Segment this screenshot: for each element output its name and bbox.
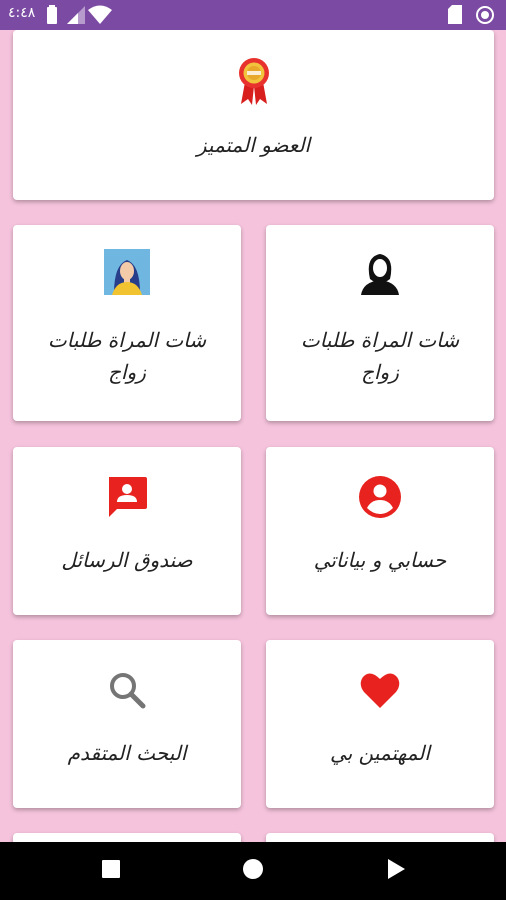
search-icon <box>107 670 147 714</box>
inbox-card[interactable]: صندوق الرسائل <box>13 447 241 615</box>
status-bar: ٤:٤٨ <box>0 0 506 30</box>
interested-in-me-card[interactable]: المهتمين بي <box>266 640 494 808</box>
woman-silhouette-icon <box>357 249 403 299</box>
navigation-bar <box>0 842 506 900</box>
recents-button[interactable] <box>81 842 141 900</box>
women-chat-label-1: شات المراة طلبات زواج <box>47 328 207 384</box>
featured-member-card[interactable]: العضو المتميز <box>13 30 494 200</box>
advanced-search-card[interactable]: البحث المتقدم <box>13 640 241 808</box>
back-triangle-icon <box>386 858 406 884</box>
sd-card-icon <box>447 5 463 29</box>
battery-icon <box>46 5 58 29</box>
status-time: ٤:٤٨ <box>8 5 36 21</box>
ribbon-badge-icon <box>237 56 271 110</box>
back-button[interactable] <box>366 842 426 900</box>
home-grid: العضو المتميز شات المراة طلبات زواج شات … <box>0 30 506 842</box>
heart-icon <box>359 670 401 714</box>
sync-icon <box>475 5 495 29</box>
recents-square-icon <box>101 859 121 883</box>
next-card-right[interactable] <box>266 833 494 842</box>
home-button[interactable] <box>223 842 283 900</box>
interested-in-me-label: المهتمين بي <box>330 741 430 765</box>
women-chat-card-1[interactable]: شات المراة طلبات زواج <box>13 225 241 421</box>
women-chat-card-2[interactable]: شات المراة طلبات زواج <box>266 225 494 421</box>
woman-avatar-icon <box>104 249 150 299</box>
account-circle-icon <box>358 475 402 523</box>
home-circle-icon <box>242 858 264 884</box>
my-account-card[interactable]: حسابي و بياناتي <box>266 447 494 615</box>
inbox-label: صندوق الرسائل <box>61 548 193 572</box>
featured-member-label: العضو المتميز <box>196 133 311 157</box>
wifi-icon <box>88 5 112 29</box>
signal-icon <box>66 5 86 29</box>
women-chat-label-2: شات المراة طلبات زواج <box>300 328 460 384</box>
my-account-label: حسابي و بياناتي <box>313 548 447 572</box>
contact-message-icon <box>106 475 148 523</box>
advanced-search-label: البحث المتقدم <box>67 741 187 765</box>
next-card-left[interactable] <box>13 833 241 842</box>
